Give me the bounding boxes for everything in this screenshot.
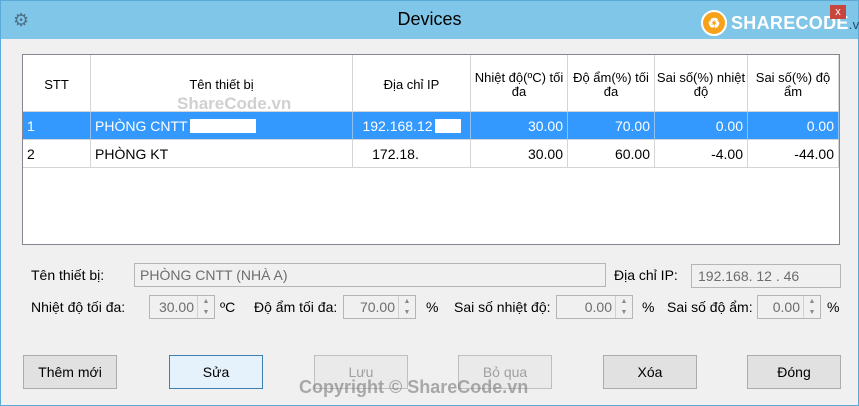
grid-watermark: ShareCode.vn (177, 94, 292, 113)
hum-max-stepper[interactable]: 70.00 ▲ ▼ (343, 295, 416, 319)
temp-max-stepper[interactable]: 30.00 ▲ ▼ (149, 295, 215, 319)
hum-unit-label: % (426, 299, 439, 315)
add-new-button[interactable]: Thêm mới (23, 355, 117, 389)
cell-name: PHÒNG KT (91, 140, 353, 168)
temp-unit-label: ºC (220, 299, 236, 315)
header-ip[interactable]: Địa chỉ IP (353, 55, 471, 112)
device-name-label: Tên thiết bị: (31, 267, 105, 283)
spin-down-icon[interactable]: ▼ (399, 307, 415, 318)
cell-ip-text: 172.18. (372, 145, 419, 162)
table-row[interactable]: 2 PHÒNG KT 172.18. 30.00 60.00 -4.00 -44… (23, 140, 839, 168)
hum-err-stepper[interactable]: 0.00 ▲ ▼ (757, 295, 821, 319)
close-button[interactable]: Đóng (747, 355, 841, 389)
table-row[interactable]: 1 PHÒNG CNTT 192.168.12 30.00 70.00 0.00… (23, 112, 839, 140)
delete-button[interactable]: Xóa (603, 355, 697, 389)
cell-stt: 1 (23, 112, 91, 140)
cell-temp-err: 0.00 (655, 112, 748, 140)
brand-logo-icon: ♻ (701, 10, 727, 36)
devices-grid[interactable]: STT Tên thiết bị Địa chỉ IP Nhiệt độ(ºC)… (22, 54, 840, 245)
hum-err-unit-label: % (827, 299, 840, 315)
cell-hum-err: 0.00 (748, 112, 839, 140)
spin-up-icon[interactable]: ▲ (198, 296, 214, 307)
cell-ip-text: 192.168.12 (362, 117, 433, 134)
ip-address-label: Địa chỉ IP: (614, 267, 678, 283)
cell-name-text: PHÒNG CNTT (95, 117, 188, 134)
hum-err-value: 0.00 (772, 299, 800, 315)
hum-max-value: 70.00 (359, 299, 395, 315)
temp-err-label: Sai số nhiệt độ: (454, 299, 551, 315)
grid-header: STT Tên thiết bị Địa chỉ IP Nhiệt độ(ºC)… (23, 55, 839, 112)
cell-stt: 2 (23, 140, 91, 168)
temp-max-label: Nhiệt độ tối đa: (31, 299, 126, 315)
cell-name: PHÒNG CNTT (91, 112, 353, 140)
cell-hum-err: -44.00 (748, 140, 839, 168)
spin-down-icon[interactable]: ▼ (198, 307, 214, 318)
header-stt[interactable]: STT (23, 55, 91, 112)
spin-up-icon[interactable]: ▲ (616, 296, 632, 307)
temp-err-value: 0.00 (584, 299, 612, 315)
header-hum-err[interactable]: Sai số(%) độ ẩm (748, 55, 839, 112)
spin-up-icon[interactable]: ▲ (399, 296, 415, 307)
redaction-mask (420, 146, 451, 161)
temp-err-stepper[interactable]: 0.00 ▲ ▼ (556, 295, 633, 319)
cell-temp-err: -4.00 (655, 140, 748, 168)
cell-temp-max: 30.00 (471, 112, 568, 140)
cell-ip: 172.18. (353, 140, 471, 168)
redaction-mask (434, 118, 461, 133)
copyright-watermark: Copyright © ShareCode.vn (299, 377, 529, 397)
device-name-field[interactable]: PHÒNG CNTT (NHÀ A) (134, 263, 606, 287)
brand-domain: .vn (848, 16, 859, 32)
temp-err-unit-label: % (642, 299, 655, 315)
title-bar[interactable]: ⚙ Devices ♻ SHARECODE.vn x (1, 1, 859, 39)
header-hum-max[interactable]: Độ ẩm(%) tối đa (568, 55, 655, 112)
cell-ip: 192.168.12 (353, 112, 471, 140)
close-window-button[interactable]: x (830, 5, 846, 19)
devices-window: ⚙ Devices ♻ SHARECODE.vn x STT Tên thiết… (0, 0, 859, 406)
cell-hum-max: 60.00 (568, 140, 655, 168)
spin-up-icon[interactable]: ▲ (804, 296, 820, 307)
temp-max-value: 30.00 (158, 299, 194, 315)
hum-max-label: Độ ẩm tối đa: (254, 299, 338, 315)
header-temp-err[interactable]: Sai số(%) nhiệt độ (655, 55, 748, 112)
ip-address-field[interactable]: 192.168. 12 . 46 (691, 264, 841, 288)
cell-temp-max: 30.00 (471, 140, 568, 168)
redaction-mask (189, 118, 256, 133)
cell-hum-max: 70.00 (568, 112, 655, 140)
spin-down-icon[interactable]: ▼ (804, 307, 820, 318)
spin-down-icon[interactable]: ▼ (616, 307, 632, 318)
edit-button[interactable]: Sửa (169, 355, 263, 389)
header-temp-max[interactable]: Nhiệt độ(ºC) tối đa (471, 55, 568, 112)
hum-err-label: Sai số độ ẩm: (667, 299, 753, 315)
